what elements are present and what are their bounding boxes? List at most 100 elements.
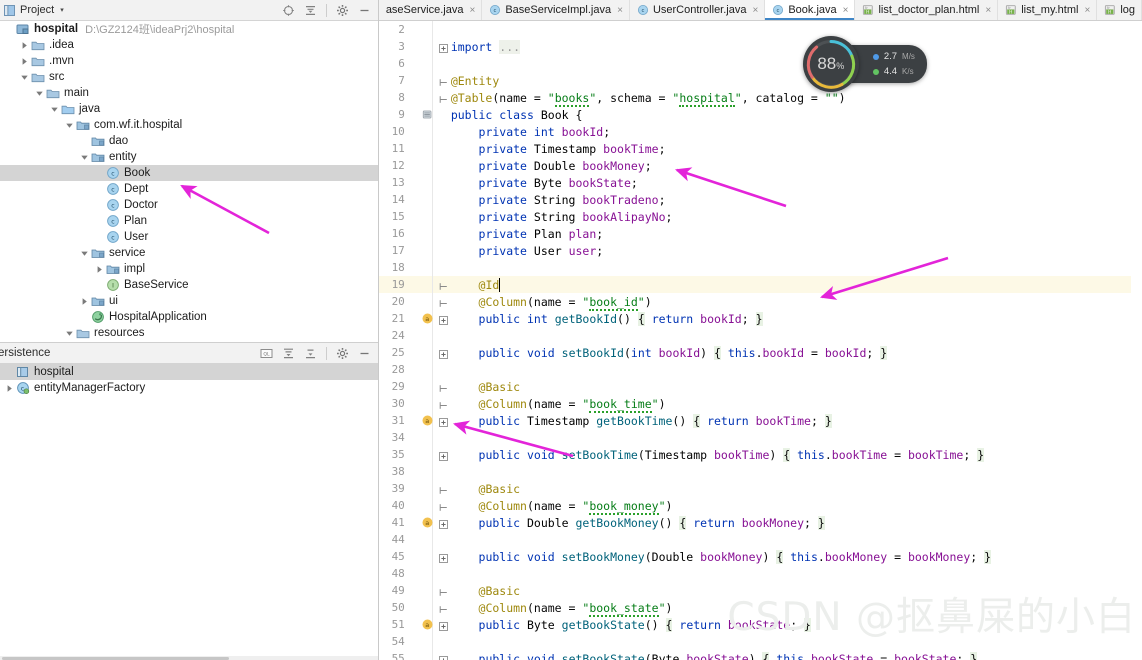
gutter[interactable] xyxy=(411,72,449,89)
gutter[interactable] xyxy=(411,208,449,225)
project-horizontal-scrollbar[interactable] xyxy=(0,656,378,660)
fold-collapse-icon[interactable] xyxy=(439,382,448,392)
code-line[interactable]: 2 xyxy=(379,21,1142,38)
code-lines[interactable]: 2 3 import ... 6 7 @Entity 8 @Table(name = "boo… xyxy=(378,21,1142,660)
twisty-collapsed-icon[interactable] xyxy=(19,40,30,51)
code-line[interactable]: 48 xyxy=(379,565,1142,582)
code-line[interactable]: 29 @Basic xyxy=(379,378,1142,395)
close-icon[interactable]: × xyxy=(752,5,758,16)
gutter[interactable] xyxy=(411,242,449,259)
fold-collapse-icon[interactable] xyxy=(439,76,448,86)
twisty-expanded-icon[interactable] xyxy=(79,152,90,163)
twisty-expanded-icon[interactable] xyxy=(79,248,90,259)
tree-item-main[interactable]: main xyxy=(0,85,378,101)
twisty-expanded-icon[interactable] xyxy=(19,72,30,83)
gutter[interactable] xyxy=(411,89,449,106)
persist-item-hospital[interactable]: hospital xyxy=(0,364,378,380)
gutter[interactable] xyxy=(411,633,449,650)
collapse-all-icon[interactable] xyxy=(304,347,317,360)
code-line[interactable]: 34 xyxy=(379,429,1142,446)
editor-tab-bar[interactable]: aseService.java × c BaseServiceImpl.java × c U… xyxy=(378,0,1142,21)
close-icon[interactable]: × xyxy=(617,5,623,16)
editor-vertical-scrollbar[interactable] xyxy=(1131,21,1142,660)
gutter[interactable] xyxy=(411,21,449,38)
code-line[interactable]: 31 a public Timestamp getBookTime() { ret… xyxy=(379,412,1142,429)
tree-item-plan[interactable]: c Plan xyxy=(0,213,378,229)
fold-collapse-icon[interactable] xyxy=(439,484,448,494)
fold-expand-icon[interactable] xyxy=(438,518,448,529)
gutter[interactable] xyxy=(411,582,449,599)
gutter[interactable] xyxy=(411,650,449,660)
editor-tab-baseserviceimpl-java[interactable]: c BaseServiceImpl.java × xyxy=(482,0,630,20)
expand-all-icon[interactable] xyxy=(282,347,295,360)
tree-item-doctor[interactable]: c Doctor xyxy=(0,197,378,213)
code-line[interactable]: 35 public void setBookTime(Timestamp boo… xyxy=(379,446,1142,463)
code-line[interactable]: 10 private int bookId; xyxy=(379,123,1142,140)
gutter[interactable] xyxy=(411,293,449,310)
gutter[interactable] xyxy=(411,174,449,191)
editor-tab-log[interactable]: Hlog xyxy=(1097,0,1142,20)
code-line[interactable]: 18 xyxy=(379,259,1142,276)
close-icon[interactable]: × xyxy=(469,5,475,16)
jpa-attribute-gutter-icon[interactable]: a xyxy=(422,415,433,426)
gutter[interactable] xyxy=(411,225,449,242)
jpa-entity-gutter-icon[interactable] xyxy=(422,109,433,120)
code-line[interactable]: 38 xyxy=(379,463,1142,480)
gutter[interactable] xyxy=(411,344,449,361)
code-line[interactable]: 41 a public Double getBookMoney() { retur… xyxy=(379,514,1142,531)
minimize-icon[interactable] xyxy=(358,4,371,17)
code-line[interactable]: 25 public void setBookId(int bookId) { t… xyxy=(379,344,1142,361)
code-line[interactable]: 39 @Basic xyxy=(379,480,1142,497)
code-line[interactable]: 17 private User user; xyxy=(379,242,1142,259)
code-line[interactable]: 30 @Column(name = "book_time") xyxy=(379,395,1142,413)
gutter[interactable] xyxy=(411,446,449,463)
fold-expand-icon[interactable] xyxy=(438,450,448,461)
minimize-icon[interactable] xyxy=(358,347,371,360)
code-line[interactable]: 28 xyxy=(379,361,1142,378)
tree-item-com-wf-it-hospital[interactable]: com.wf.it.hospital xyxy=(0,117,378,133)
tree-item-entity[interactable]: entity xyxy=(0,149,378,165)
code-editor[interactable]: 2 3 import ... 6 7 @Entity 8 @Table(name = "boo… xyxy=(378,21,1142,660)
locate-icon[interactable] xyxy=(282,4,295,17)
twisty-collapsed-icon[interactable] xyxy=(4,383,15,394)
gutter[interactable] xyxy=(411,548,449,565)
fold-expand-icon[interactable] xyxy=(438,42,448,53)
collapse-all-icon[interactable] xyxy=(304,4,317,17)
code-line[interactable]: 9 public class Book { xyxy=(379,106,1142,123)
twisty-expanded-icon[interactable] xyxy=(64,120,75,131)
fold-collapse-icon[interactable] xyxy=(439,399,448,409)
code-line[interactable]: 19 @Id xyxy=(378,276,1142,293)
tree-item-impl[interactable]: impl xyxy=(0,261,378,277)
code-line[interactable]: 55 public void setBookState(Byte bookSta… xyxy=(379,650,1142,660)
code-line[interactable]: 16 private Plan plan; xyxy=(379,225,1142,242)
editor-tab-list-my-html[interactable]: Hlist_my.html × xyxy=(998,0,1098,20)
fold-collapse-icon[interactable] xyxy=(439,501,448,511)
tree-item-java[interactable]: java xyxy=(0,101,378,117)
code-line[interactable]: 13 private Byte bookState; xyxy=(379,174,1142,191)
tree-item-book[interactable]: c Book xyxy=(0,165,378,181)
project-tree[interactable]: hospital D:\GZ2124班\ideaPrj2\hospital .ide… xyxy=(0,21,378,343)
gutter[interactable] xyxy=(411,395,449,412)
fold-collapse-icon[interactable] xyxy=(439,93,448,103)
fold-collapse-icon[interactable] xyxy=(439,297,448,307)
gutter[interactable] xyxy=(411,480,449,497)
code-line[interactable]: 24 xyxy=(379,327,1142,344)
gutter[interactable] xyxy=(411,429,449,446)
fold-expand-icon[interactable] xyxy=(438,314,448,325)
twisty-collapsed-icon[interactable] xyxy=(79,296,90,307)
gutter[interactable]: a xyxy=(411,310,449,327)
gutter[interactable] xyxy=(411,276,449,293)
code-line[interactable]: 6 xyxy=(379,55,1142,72)
gutter[interactable] xyxy=(411,38,449,55)
twisty-collapsed-icon[interactable] xyxy=(94,264,105,275)
tree-item-user[interactable]: c User xyxy=(0,229,378,245)
gutter[interactable] xyxy=(411,106,449,123)
gutter[interactable] xyxy=(411,531,449,548)
code-line[interactable]: 12 private Double bookMoney; xyxy=(379,157,1142,174)
gutter[interactable] xyxy=(411,259,449,276)
twisty-expanded-icon[interactable] xyxy=(49,104,60,115)
gutter[interactable] xyxy=(411,361,449,378)
code-line[interactable]: 20 @Column(name = "book_id") xyxy=(379,293,1142,311)
gutter[interactable]: a xyxy=(411,514,449,531)
close-icon[interactable]: × xyxy=(843,5,849,16)
